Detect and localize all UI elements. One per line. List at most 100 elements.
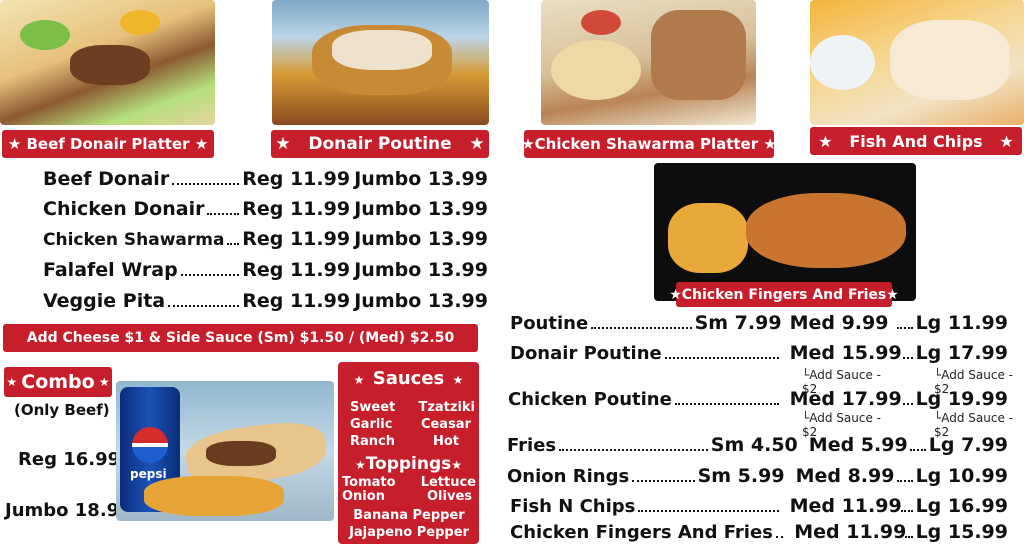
dot-leader	[902, 356, 913, 359]
menu-row: Fries Sm 4.50 Med 5.99 Lg 7.99	[507, 434, 1008, 456]
banner-label: Chicken Fingers And Fries	[681, 286, 887, 303]
menu-row: Chicken Shawarma Reg 11.99 Jumbo 13.99	[43, 228, 488, 250]
lg-price: Lg 19.99	[915, 388, 1008, 410]
star-icon: ★	[444, 373, 464, 387]
reg-price: Reg 11.99	[242, 168, 351, 190]
lg-price: Lg 10.99	[915, 465, 1008, 487]
jumbo-price: Jumbo 13.99	[354, 198, 488, 220]
sauces-heading: ★ Sauces ★	[338, 368, 479, 389]
topping-item: Lettuce	[420, 475, 476, 490]
med-price: Med 5.99	[808, 434, 908, 456]
item-name: Veggie Pita	[43, 290, 166, 312]
star-icon: ★	[886, 286, 899, 303]
item-name: Chicken Shawarma	[43, 230, 225, 250]
menu-row: Chicken Fingers And Fries Med 11.99 Lg 1…	[510, 521, 1008, 543]
lg-price: Lg 7.99	[928, 434, 1008, 456]
sm-price: Sm 7.99	[694, 312, 782, 334]
jumbo-price: Jumbo 13.99	[354, 228, 488, 250]
banner-label: Donair Poutine	[308, 134, 452, 154]
star-icon: ★	[818, 131, 850, 151]
med-price: Med 17.99	[789, 388, 902, 410]
reg-price: Reg 11.99	[242, 228, 351, 250]
sauce-item: Garlic	[350, 417, 393, 432]
addons-text: Add Cheese $1 & Side Sauce (Sm) $1.50 / …	[26, 330, 455, 346]
star-icon: ★	[669, 286, 682, 303]
banner-label: Beef Donair Platter	[26, 135, 190, 153]
med-price: Med 11.99	[794, 521, 907, 543]
reg-price: Reg 11.99	[242, 259, 351, 281]
reg-price: Reg 11.99	[242, 290, 351, 312]
toppings-title: Toppings	[365, 454, 452, 474]
menu-row: Falafel Wrap Reg 11.99 Jumbo 13.99	[43, 259, 488, 281]
lg-price: Lg 16.99	[915, 495, 1008, 517]
menu-row: Fish N Chips Med 11.99 Lg 16.99	[510, 495, 1008, 517]
combo-jumbo-price: Jumbo 18.99	[5, 500, 132, 521]
star-icon: ★	[982, 131, 1014, 151]
star-icon: ★	[7, 135, 27, 153]
topping-item: Jajapeno Pepper	[349, 525, 469, 540]
dot-leader	[227, 242, 240, 245]
dot-leader	[172, 182, 240, 185]
star-icon: ★	[275, 134, 309, 154]
dot-leader	[902, 402, 913, 405]
dot-leader	[207, 212, 240, 215]
banner-label: Fish And Chips	[849, 131, 983, 151]
fish-and-chips-photo	[810, 0, 1024, 125]
sm-price: Sm 4.50	[710, 434, 798, 456]
sauce-list: Sweet Tzatziki Garlic Ceasar Ranch Hot	[350, 399, 475, 450]
menu-row: Onion Rings Sm 5.99 Med 8.99 Lg 10.99	[507, 465, 1008, 487]
dot-leader	[638, 509, 779, 512]
lg-price: Lg 15.99	[915, 521, 1008, 543]
jumbo-price: Jumbo 13.99	[354, 290, 488, 312]
jumbo-price: Jumbo 13.99	[354, 259, 488, 281]
star-icon: ★	[451, 134, 485, 154]
dot-leader	[896, 479, 913, 482]
dot-leader	[180, 273, 240, 276]
topping-item: Tomato	[342, 475, 396, 490]
dot-leader	[168, 304, 240, 307]
donair-poutine-banner: ★ Donair Poutine ★	[271, 130, 489, 158]
item-name: Fries	[507, 435, 557, 456]
menu-row: Chicken Poutine Med 17.99 Lg 19.99	[508, 388, 1008, 410]
fish-and-chips-banner: ★ Fish And Chips ★	[810, 127, 1022, 155]
star-icon: ★	[189, 135, 209, 153]
lg-price: Lg 11.99	[915, 312, 1008, 334]
dot-leader	[664, 356, 779, 359]
jumbo-price: Jumbo 13.99	[354, 168, 488, 190]
item-name: Poutine	[510, 313, 589, 334]
dot-leader	[900, 509, 913, 512]
sauce-item: Ranch	[350, 434, 395, 449]
combo-title: Combo	[21, 371, 95, 393]
star-icon: ★	[6, 375, 22, 389]
star-icon: ★	[354, 458, 366, 472]
sauce-item: Sweet	[350, 400, 396, 415]
toppings-list: Tomato Lettuce Onion Olives Banana Peppe…	[342, 476, 476, 541]
menu-row: Poutine Sm 7.99 Med 9.99 Lg 11.99	[510, 312, 1008, 334]
beef-donair-platter-photo	[0, 0, 215, 125]
combo-subtitle: (Only Beef)	[14, 401, 110, 419]
chicken-shawarma-platter-photo	[541, 0, 756, 125]
banner-label: Chicken Shawarma Platter	[534, 135, 759, 153]
item-name: Onion Rings	[507, 466, 630, 487]
dot-leader	[632, 479, 695, 482]
chicken-fingers-banner: ★ Chicken Fingers And Fries ★	[669, 282, 899, 307]
item-name: Fish N Chips	[510, 496, 636, 517]
combo-reg-price: Reg 16.99	[18, 449, 121, 470]
dot-leader	[775, 535, 784, 538]
dot-leader	[909, 448, 926, 451]
med-price: Med 15.99	[789, 342, 902, 364]
item-name: Falafel Wrap	[43, 259, 178, 281]
combo-banner: ★ Combo ★	[4, 367, 112, 397]
star-icon: ★	[353, 373, 373, 387]
dot-leader	[896, 326, 913, 329]
topping-item: Banana Pepper	[353, 508, 465, 523]
star-icon: ★	[758, 135, 777, 153]
item-name: Chicken Donair	[43, 198, 205, 220]
dot-leader	[905, 535, 913, 538]
can-label: pepsi	[130, 467, 167, 481]
menu-row: Veggie Pita Reg 11.99 Jumbo 13.99	[43, 290, 488, 312]
addons-banner: Add Cheese $1 & Side Sauce (Sm) $1.50 / …	[3, 324, 478, 352]
pepsi-logo-icon	[132, 427, 168, 463]
lg-price: Lg 17.99	[915, 342, 1008, 364]
med-price: Med 11.99	[789, 495, 902, 517]
